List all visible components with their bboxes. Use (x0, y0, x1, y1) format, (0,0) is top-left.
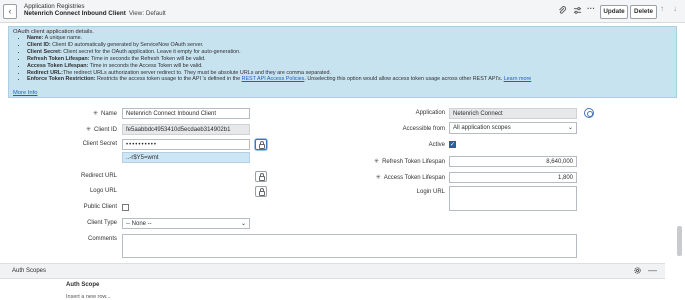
client-secret-revealed: ..-r$Y5=wmt (122, 152, 250, 163)
related-list-tabs: Auth Scopes — (0, 263, 665, 279)
comments-textarea[interactable] (122, 234, 577, 258)
insert-row-cell[interactable]: Insert a new row... (66, 294, 111, 300)
client-id-label: ✳ Client ID (85, 127, 117, 133)
comments-label: Comments (87, 236, 117, 242)
record-title: Netenrich Connect Inbound Client (24, 10, 126, 17)
active-label: Active (428, 142, 445, 148)
accessible-from-label: Accessible from (402, 126, 445, 132)
accessible-from-value: All application scopes (453, 125, 511, 131)
paperclip-icon[interactable] (558, 6, 567, 17)
client-type-select[interactable]: -- None -- ⌄ (122, 218, 250, 229)
client-secret-field[interactable]: •••••••••• (122, 139, 250, 150)
breadcrumb: Application Registries (24, 3, 85, 10)
client-type-value: -- None -- (126, 221, 152, 227)
redirect-url-label: Redirect URL (80, 173, 117, 179)
rest-api-policies-link[interactable]: REST API Access Policies (242, 76, 305, 82)
info-item-client-id: Client ID: Client ID automatically gener… (27, 42, 531, 49)
redirect-url-lock-button[interactable] (255, 171, 267, 182)
required-icon: ✳ (85, 127, 91, 133)
info-list: Name: A unique name. Client ID: Client I… (13, 35, 531, 83)
view-name[interactable]: View: Default (129, 10, 166, 17)
refresh-lifespan-label: ✳ Refresh Token Lifespan (374, 159, 445, 165)
page-title: Netenrich Connect Inbound Client View: De… (24, 10, 166, 17)
more-icon[interactable]: ··· (587, 4, 595, 13)
active-checkbox[interactable]: ✓ (449, 141, 456, 148)
logo-url-lock-button[interactable] (255, 186, 267, 197)
back-button[interactable]: ‹ (3, 4, 17, 19)
required-icon: ✳ (375, 175, 381, 181)
gear-icon[interactable] (633, 266, 642, 277)
page-scrollbar[interactable] (677, 226, 682, 256)
public-client-label: Public Client (83, 204, 117, 210)
login-url-field[interactable] (449, 186, 577, 211)
form-header: ‹ Application Registries Netenrich Conne… (0, 0, 685, 23)
info-message-box: OAuth client application details. Name: … (8, 26, 677, 98)
accessible-from-select[interactable]: All application scopes ⌄ (449, 122, 577, 134)
refresh-lifespan-field[interactable]: 8,640,000 (449, 156, 577, 167)
chevron-left-icon: ‹ (8, 6, 12, 16)
required-icon: ✳ (374, 159, 380, 165)
info-circle-icon[interactable] (584, 108, 594, 118)
application-field: Netenrich Connect (449, 108, 577, 119)
client-type-label: Client Type (87, 220, 117, 226)
info-item-refresh: Refresh Token Lifespan: Time in seconds … (27, 56, 531, 63)
delete-button[interactable]: Delete (630, 5, 657, 19)
checkmark-icon: ✓ (450, 142, 456, 148)
client-secret-label: Client Secret (82, 141, 117, 147)
application-label: Application (415, 110, 445, 116)
info-item-enforce: Enforce Token Restriction: Restricts the… (27, 76, 531, 83)
learn-more-link[interactable]: Learn more (504, 76, 532, 82)
info-item-client-secret: Client Secret: Client secret for the OAu… (27, 49, 531, 56)
access-lifespan-label: ✳ Access Token Lifespan (375, 175, 445, 181)
tab-auth-scopes[interactable]: Auth Scopes (12, 268, 46, 274)
chevron-down-icon: ⌄ (567, 125, 573, 131)
update-button[interactable]: Update (600, 5, 628, 19)
name-label: ✳ Name (92, 111, 117, 117)
required-icon: ✳ (92, 111, 98, 117)
unlock-secret-button[interactable] (255, 139, 267, 150)
name-field[interactable]: Netenrich Connect Inbound Client (122, 108, 250, 119)
info-item-access: Access Token Lifespan: Time in seconds t… (27, 63, 531, 70)
access-lifespan-field[interactable]: 1,800 (449, 172, 577, 183)
chevron-down-icon: ⌄ (240, 221, 246, 227)
auth-scope-column-header[interactable]: Auth Scope (66, 282, 99, 288)
arrow-down-icon[interactable]: ↓ (673, 4, 677, 13)
sliders-icon[interactable] (573, 6, 582, 17)
info-item-redirect: Redirect URL:The redirect URLs authoriza… (27, 70, 531, 77)
info-item-name: Name: A unique name. (27, 35, 531, 42)
more-info-link[interactable]: More Info (13, 90, 38, 96)
login-url-label: Login URL (416, 189, 445, 195)
public-client-checkbox[interactable] (122, 204, 129, 211)
arrow-up-icon[interactable]: ↑ (660, 4, 664, 13)
minus-icon[interactable]: — (648, 265, 657, 275)
logo-url-label: Logo URL (89, 188, 117, 194)
client-id-field[interactable]: fe5aabbdc4953410d5ecdaeb314902b1 (122, 124, 250, 135)
